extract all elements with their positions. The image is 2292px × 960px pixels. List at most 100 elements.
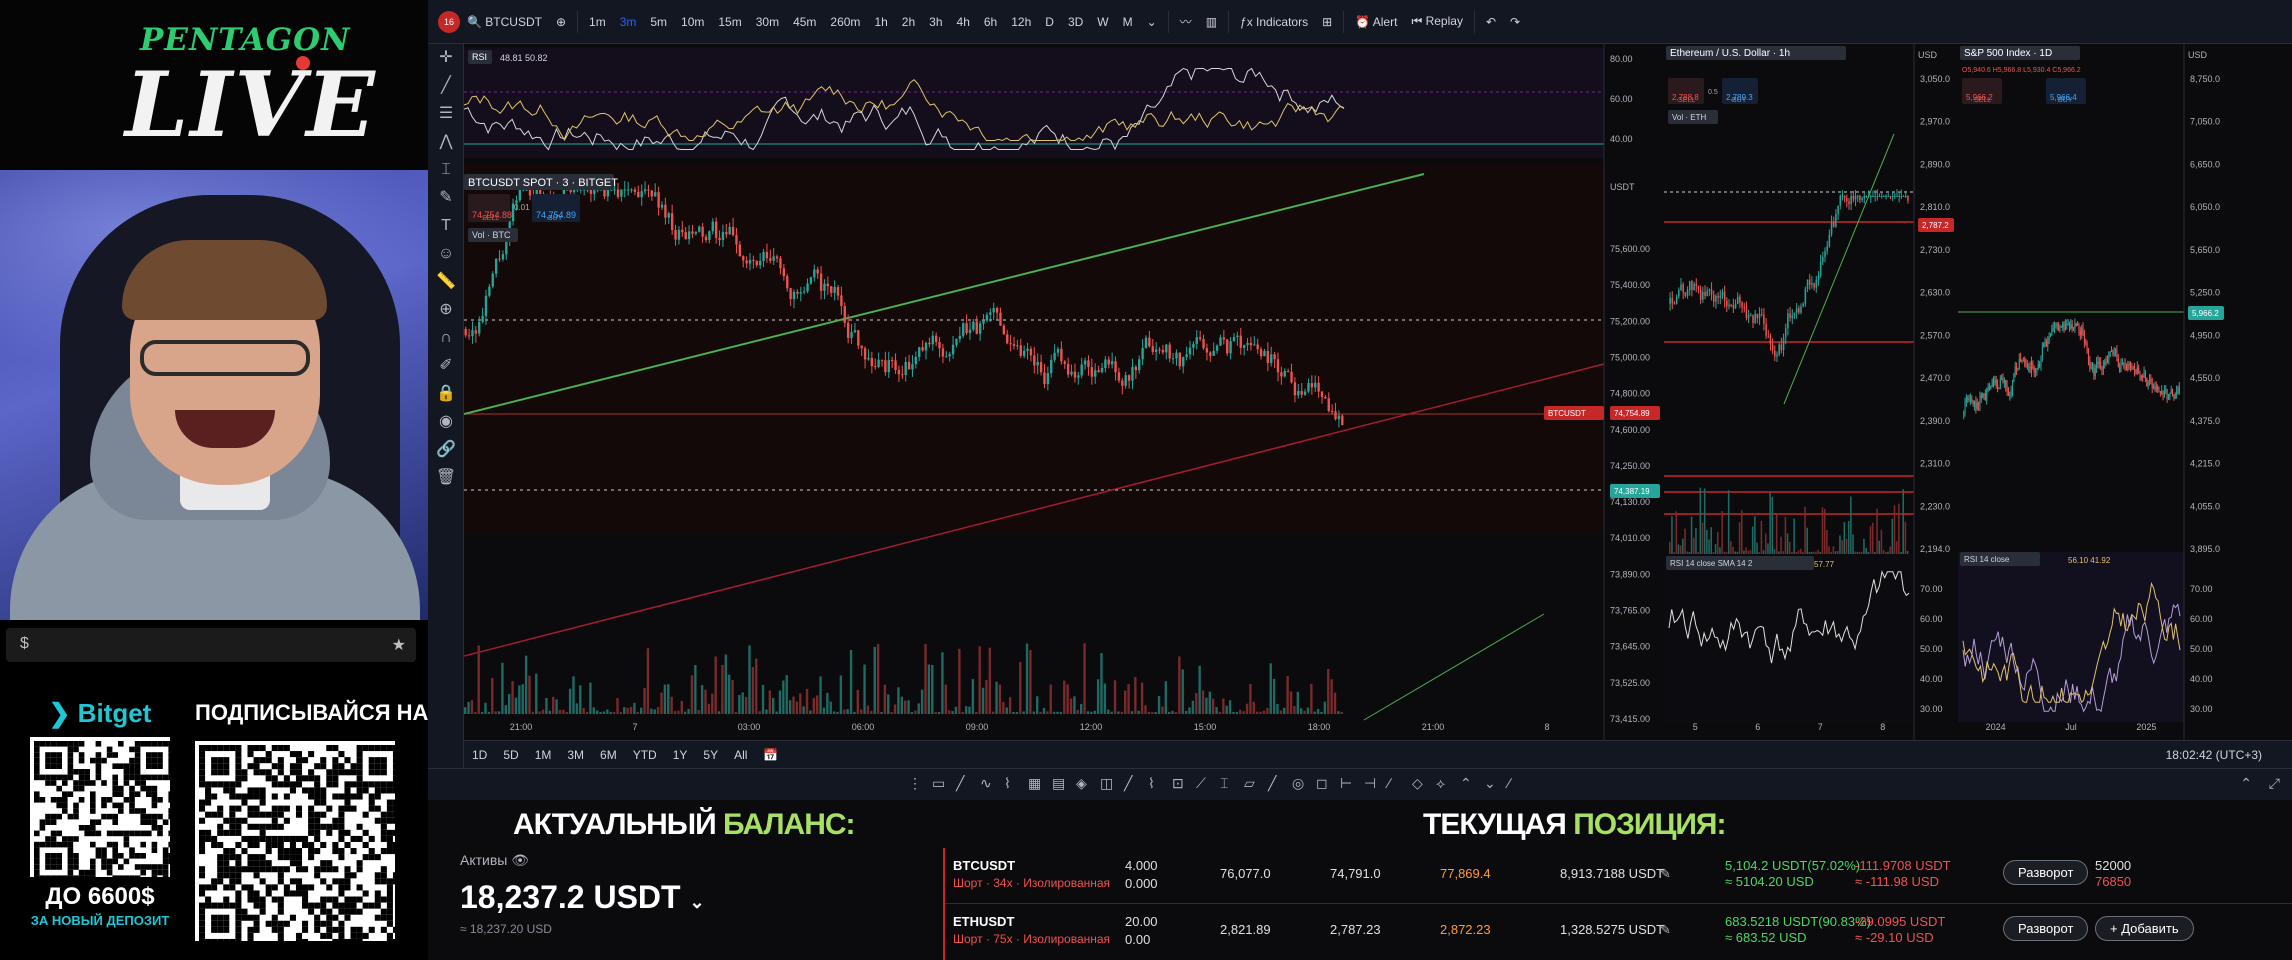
rsi-pane[interactable]	[464, 48, 1604, 158]
ruler-icon[interactable]: 📏	[428, 268, 464, 296]
favorite-tool-icon[interactable]: ╱	[1124, 775, 1132, 792]
interval-3D[interactable]: 3D	[1061, 15, 1090, 29]
eth-currency[interactable]: USD	[1918, 50, 1938, 60]
interval-10m[interactable]: 10m	[674, 15, 711, 29]
line-chart-icon[interactable]: 〰	[1173, 13, 1199, 30]
interval-dropdown-icon[interactable]: ⌄	[1140, 15, 1164, 29]
favorite-tool-icon[interactable]: ╱	[956, 775, 964, 792]
edit-icon[interactable]: ✎	[1660, 922, 1671, 938]
favorite-tool-icon[interactable]: ⟡	[1436, 775, 1445, 792]
chat-input[interactable]: $ ★	[6, 628, 416, 662]
favorite-tool-icon[interactable]: ⌇	[1148, 775, 1155, 792]
indicators-button[interactable]: ƒx Indicators	[1233, 15, 1315, 29]
interval-M[interactable]: M	[1116, 15, 1140, 29]
range-6M[interactable]: 6M	[592, 748, 625, 762]
interval-30m[interactable]: 30m	[749, 15, 786, 29]
candles-icon[interactable]: ▥	[1199, 15, 1224, 29]
favorite-tool-icon[interactable]: ◈	[1076, 775, 1087, 792]
range-5D[interactable]: 5D	[495, 748, 526, 762]
favorite-tool-icon[interactable]: ⋮	[908, 775, 922, 792]
interval-6h[interactable]: 6h	[977, 15, 1004, 29]
favorite-tool-icon[interactable]: ∕	[1508, 775, 1510, 791]
range-1D[interactable]: 1D	[464, 748, 495, 762]
reverse-button[interactable]: Разворот	[2003, 916, 2089, 941]
favorite-tool-icon[interactable]: ◻	[1316, 775, 1328, 792]
reverse-button[interactable]: Разворот	[2003, 860, 2089, 885]
pattern-icon[interactable]: ⋀	[428, 128, 464, 156]
link-icon[interactable]: 🔗	[428, 436, 464, 464]
chart-area[interactable]: RSI 48.81 50.82BTCUSDT SPOT · 3 · BITGET7…	[464, 44, 2292, 740]
favorite-tool-icon[interactable]: ⌶	[1220, 775, 1228, 792]
zoom-icon[interactable]: ⊕	[428, 296, 464, 324]
interval-260m[interactable]: 260m	[823, 15, 867, 29]
star-icon[interactable]: ★	[392, 635, 406, 655]
interval-45m[interactable]: 45m	[786, 15, 823, 29]
projection-icon[interactable]: ⌶	[428, 156, 464, 184]
crosshair-icon[interactable]: ✛	[428, 44, 464, 72]
interval-3h[interactable]: 3h	[922, 15, 949, 29]
collapse-icon[interactable]: ⌃	[2240, 775, 2252, 792]
fib-icon[interactable]: ☰	[428, 100, 464, 128]
favorite-tool-icon[interactable]: ╱	[1268, 775, 1276, 792]
text-icon[interactable]: T	[428, 212, 464, 240]
eth-rsi-pane[interactable]	[1664, 556, 1914, 724]
symbol-search[interactable]: 🔍 BTCUSDT	[460, 15, 549, 29]
price-axis[interactable]	[1916, 64, 1956, 564]
favorite-tool-icon[interactable]: ⊡	[1172, 775, 1184, 792]
position-symbol[interactable]: BTCUSDT	[953, 858, 1015, 873]
favorite-tool-icon[interactable]: ∿	[980, 775, 992, 792]
trend-line-icon[interactable]: ╱	[428, 72, 464, 100]
brush-icon[interactable]: ✎	[428, 184, 464, 212]
favorite-tool-icon[interactable]: ▦	[1028, 775, 1041, 792]
favorite-tool-icon[interactable]: ◫	[1100, 775, 1113, 792]
position-symbol[interactable]: ETHUSDT	[953, 914, 1014, 929]
eye-icon[interactable]: 👁	[511, 852, 529, 868]
lock-icon[interactable]: 🔒	[428, 380, 464, 408]
range-All[interactable]: All	[726, 748, 755, 762]
favorite-tool-icon[interactable]: ⟋	[1196, 775, 1206, 792]
stay-drawing-icon[interactable]: ✐	[428, 352, 464, 380]
favorite-tool-icon[interactable]: ◇	[1412, 775, 1423, 792]
chevron-down-icon[interactable]: ⌄	[689, 892, 704, 912]
clock[interactable]: 18:02:42 (UTC+3)	[2166, 748, 2292, 762]
magnet-icon[interactable]: ∩	[428, 324, 464, 352]
trash-icon[interactable]: 🗑	[428, 464, 464, 492]
telegram-qr-code[interactable]	[195, 741, 399, 946]
interval-15m[interactable]: 15m	[711, 15, 748, 29]
emoji-icon[interactable]: ☺	[428, 240, 464, 268]
range-5Y[interactable]: 5Y	[695, 748, 726, 762]
bitget-qr-code[interactable]	[30, 737, 174, 881]
notifications-badge[interactable]: 16	[438, 10, 460, 33]
range-1M[interactable]: 1M	[527, 748, 560, 762]
interval-3m[interactable]: 3m	[613, 15, 644, 29]
interval-12h[interactable]: 12h	[1004, 15, 1038, 29]
range-YTD[interactable]: YTD	[625, 748, 665, 762]
interval-1m[interactable]: 1m	[582, 15, 613, 29]
btc-pane[interactable]: RSI 48.81 50.82BTCUSDT SPOT · 3 · BITGET7…	[464, 44, 1662, 740]
add-symbol-icon[interactable]: ⊕	[549, 15, 573, 29]
redo-icon[interactable]: ↷	[1503, 15, 1527, 29]
favorite-tool-icon[interactable]: ⊣	[1364, 775, 1376, 792]
range-1Y[interactable]: 1Y	[665, 748, 696, 762]
favorite-tool-icon[interactable]: ◎	[1292, 775, 1304, 792]
eye-icon[interactable]: ◉	[428, 408, 464, 436]
edit-icon[interactable]: ✎	[1660, 866, 1671, 882]
calendar-icon[interactable]: 📅	[755, 748, 786, 762]
interval-5m[interactable]: 5m	[643, 15, 674, 29]
currency-label[interactable]: USDT	[1610, 182, 1635, 192]
favorite-tool-icon[interactable]: ⌃	[1460, 775, 1472, 792]
balance-value[interactable]: 18,237.2 USDT ⌄	[460, 879, 938, 916]
favorite-tool-icon[interactable]: ▭	[932, 775, 945, 792]
position-row[interactable]: ETHUSDT Шорт · 75x · Изолированная 20.00 0.…	[945, 904, 2292, 960]
undo-icon[interactable]: ↶	[1479, 15, 1503, 29]
interval-2h[interactable]: 2h	[895, 15, 922, 29]
replay-button[interactable]: ⏮ Replay	[1404, 14, 1470, 29]
interval-W[interactable]: W	[1090, 15, 1115, 29]
favorite-tool-icon[interactable]: ▤	[1052, 775, 1065, 792]
favorite-tool-icon[interactable]: ⌇	[1004, 775, 1011, 792]
interval-4h[interactable]: 4h	[950, 15, 977, 29]
position-row[interactable]: BTCUSDT Шорт · 34x · Изолированная 4.000 0.…	[945, 848, 2292, 904]
favorite-tool-icon[interactable]: ⊢	[1340, 775, 1352, 792]
interval-D[interactable]: D	[1038, 15, 1061, 29]
add-button[interactable]: + Добавить	[2095, 916, 2194, 941]
